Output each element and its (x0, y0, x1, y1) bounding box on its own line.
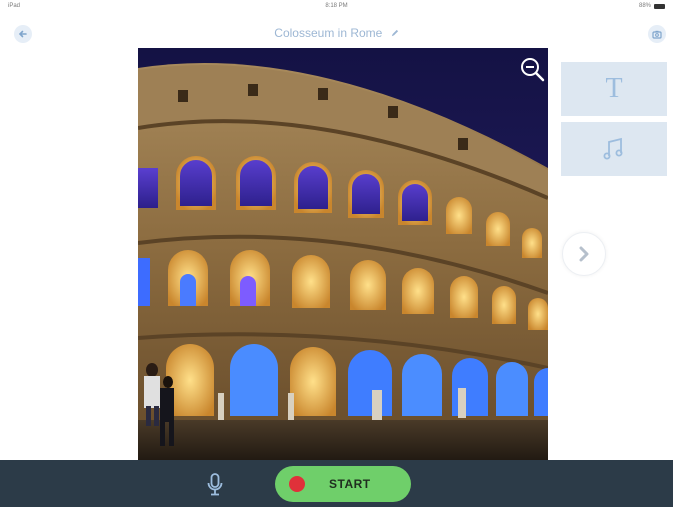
status-time: 8:18 PM (325, 3, 348, 9)
camera-icon (652, 30, 662, 39)
status-bar: iPad 8:18 PM 88% (0, 0, 673, 14)
camera-button[interactable] (648, 25, 666, 43)
music-tool-button[interactable] (561, 122, 667, 176)
start-label: START (329, 477, 371, 491)
battery-percent: 88% (638, 3, 651, 9)
next-button[interactable] (562, 232, 606, 276)
pencil-icon[interactable] (390, 29, 399, 38)
screen: iPad 8:18 PM 88% Colosseum in Rome T STA… (0, 0, 673, 507)
microphone-button[interactable] (205, 472, 225, 498)
bottom-toolbar: START (0, 460, 673, 507)
music-note-icon (603, 137, 623, 160)
zoom-out-button[interactable] (518, 55, 546, 83)
colosseum-photo[interactable] (138, 48, 548, 460)
microphone-icon (207, 473, 223, 496)
record-dot-icon (289, 476, 305, 492)
page-title: Colosseum in Rome (274, 26, 383, 40)
text-tool-icon: T (605, 73, 623, 104)
battery-icon (654, 4, 665, 9)
text-tool-button[interactable]: T (561, 62, 667, 116)
title-area[interactable]: Colosseum in Rome (0, 26, 673, 40)
colosseum-illustration (138, 48, 548, 460)
chevron-right-icon (579, 246, 589, 262)
zoom-out-icon (521, 58, 545, 82)
start-recording-button[interactable]: START (275, 466, 411, 502)
nav-bar: Colosseum in Rome (0, 14, 673, 48)
